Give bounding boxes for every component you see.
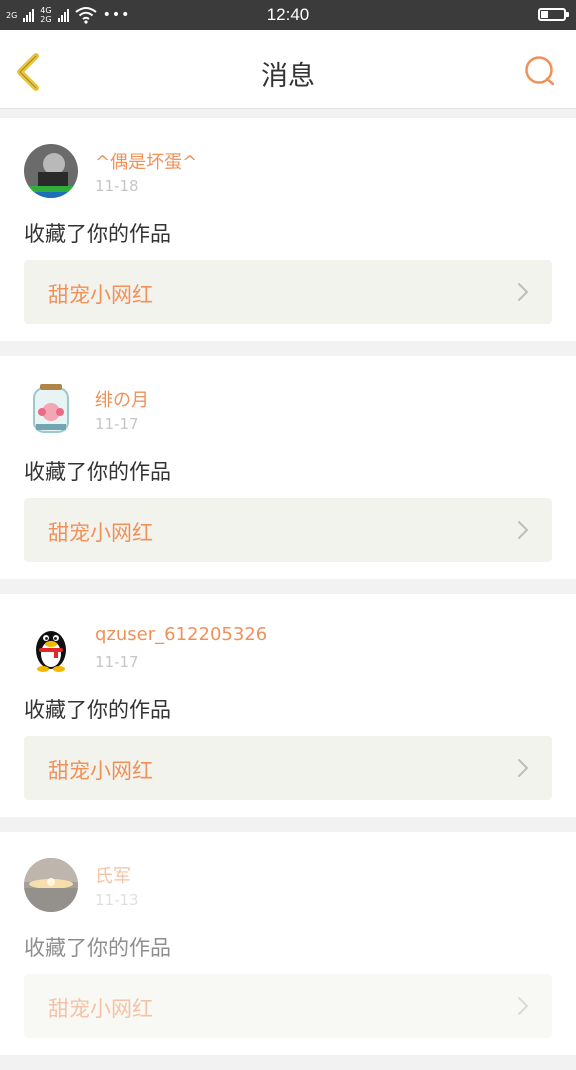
message-text: 收藏了你的作品 <box>24 936 171 960</box>
work-link[interactable]: 甜宠小网红 <box>24 736 552 800</box>
message-card: ^偶是坏蛋^ 11-18 收藏了你的作品 甜宠小网红 <box>0 118 576 341</box>
message-card: 绯の月 11-17 收藏了你的作品 甜宠小网红 <box>0 356 576 579</box>
chevron-right-icon <box>518 283 529 301</box>
work-title: 甜宠小网红 <box>48 997 153 1021</box>
work-title: 甜宠小网红 <box>48 283 153 307</box>
battery-icon <box>538 8 569 21</box>
work-title: 甜宠小网红 <box>48 759 153 783</box>
username[interactable]: qzuser_612205326 <box>95 624 267 645</box>
qq-penguin-avatar-icon <box>24 620 78 674</box>
work-link[interactable]: 甜宠小网红 <box>24 498 552 562</box>
message-date: 11-17 <box>95 653 139 671</box>
message-card: qzuser_612205326 11-17 收藏了你的作品 甜宠小网红 <box>0 594 576 817</box>
message-date: 11-18 <box>95 177 139 195</box>
user-avatar-image <box>24 858 78 912</box>
chevron-right-icon <box>518 521 529 539</box>
search-button[interactable] <box>522 54 558 90</box>
message-date: 11-17 <box>95 415 139 433</box>
avatar[interactable] <box>24 620 78 674</box>
message-text: 收藏了你的作品 <box>24 698 171 722</box>
work-title: 甜宠小网红 <box>48 521 153 545</box>
user-avatar-image <box>24 382 78 436</box>
chevron-right-icon <box>518 997 529 1015</box>
message-text: 收藏了你的作品 <box>24 460 171 484</box>
message-list: ^偶是坏蛋^ 11-18 收藏了你的作品 甜宠小网红 绯の月 11-17 收藏了… <box>0 118 576 1070</box>
page-title: 消息 <box>261 61 315 92</box>
user-avatar-image <box>24 144 78 198</box>
work-link[interactable]: 甜宠小网红 <box>24 260 552 324</box>
status-bar: 2G 4G 2G ••• 12:40 <box>0 0 576 30</box>
header-bar: 消息 <box>0 30 576 109</box>
status-time: 12:40 <box>266 5 310 24</box>
message-date: 11-13 <box>95 891 139 909</box>
avatar[interactable] <box>24 382 78 436</box>
chevron-right-icon <box>518 759 529 777</box>
username[interactable]: 绯の月 <box>95 386 149 412</box>
avatar[interactable] <box>24 858 78 912</box>
username[interactable]: 氏军 <box>95 862 131 888</box>
search-icon <box>525 56 555 86</box>
avatar[interactable] <box>24 144 78 198</box>
work-link[interactable]: 甜宠小网红 <box>24 974 552 1038</box>
message-text: 收藏了你的作品 <box>24 222 171 246</box>
username[interactable]: ^偶是坏蛋^ <box>95 148 197 174</box>
message-card: 氏军 11-13 收藏了你的作品 甜宠小网红 <box>0 832 576 1055</box>
